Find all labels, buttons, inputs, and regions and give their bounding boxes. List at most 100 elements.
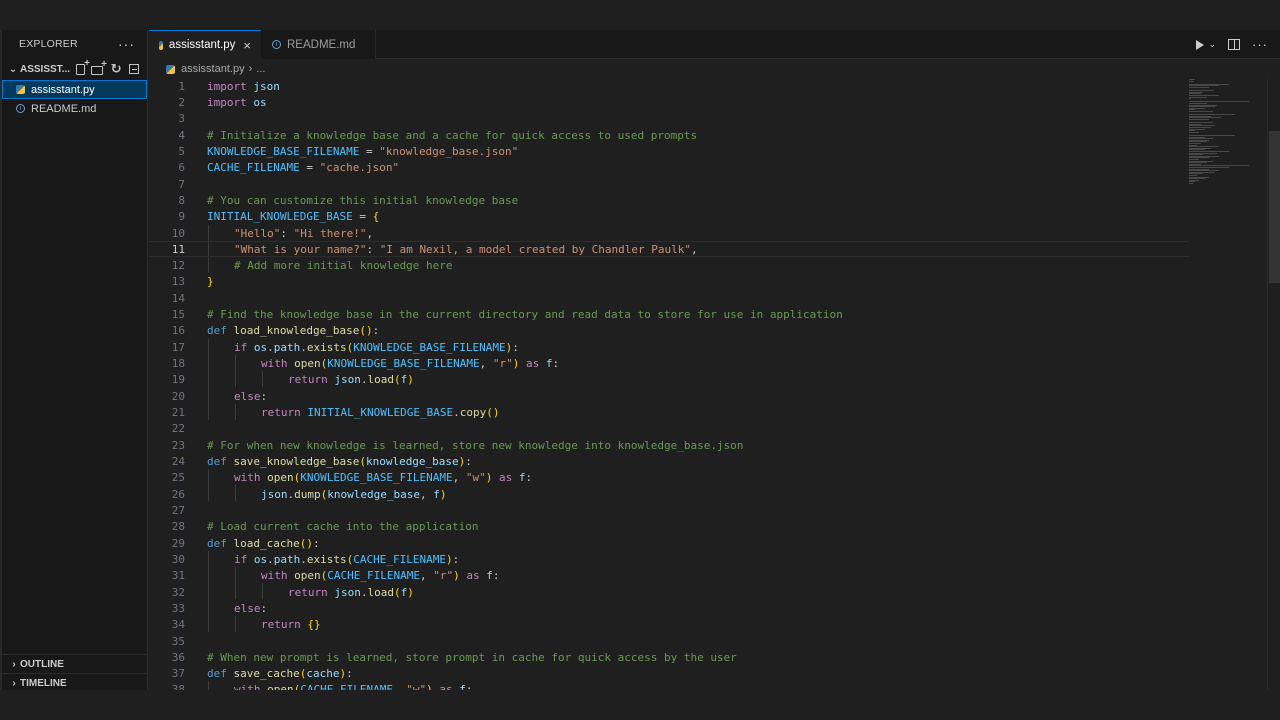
tab-assisstant-py[interactable]: assisstant.py × [149, 30, 261, 59]
info-file-icon: i [16, 104, 25, 113]
code-line[interactable]: 33 else: [149, 600, 1189, 616]
code-token: dump [294, 487, 321, 501]
line-number: 3 [178, 112, 185, 126]
code-line[interactable]: 11 "What is your name?": "I am Nexil, a m… [149, 241, 1189, 258]
line-number: 23 [171, 438, 185, 452]
new-file-icon[interactable] [76, 58, 90, 75]
code-line[interactable]: 17 if os.path.exists(KNOWLEDGE_BASE_FILEN… [149, 339, 1189, 355]
code-text: # For when new knowledge is learned, sto… [207, 439, 743, 452]
code-line[interactable]: 19 return json.load(f) [149, 372, 1189, 388]
code-line[interactable]: 24 def save_knowledge_base(knowledge_base… [149, 453, 1189, 469]
section-label: OUTLINE [20, 658, 64, 670]
code-line[interactable]: 37 def save_cache(cache): [149, 666, 1189, 682]
split-editor-icon[interactable] [1228, 39, 1240, 50]
code-line[interactable]: 31 with open(CACHE_FILENAME, "r") as f: [149, 568, 1189, 584]
code-text: } [207, 275, 214, 288]
code-text: with open(CACHE_FILENAME, "r") as f: [261, 569, 499, 582]
code-line[interactable]: 1 import json [149, 79, 1189, 94]
collapse-all-icon[interactable] [129, 64, 140, 74]
refresh-icon[interactable]: ↻ [109, 62, 123, 76]
minimap[interactable] [1187, 79, 1267, 690]
breadcrumb-separator: › [248, 63, 253, 75]
code-line[interactable]: 25 with open(KNOWLEDGE_BASE_FILENAME, "w"… [149, 470, 1189, 486]
breadcrumb-rest[interactable]: ... [256, 63, 265, 75]
code-token: () [299, 536, 313, 550]
code-line[interactable]: 32 return json.load(f) [149, 584, 1189, 600]
line-number: 1 [178, 79, 185, 93]
code-token: knowledge_base [365, 455, 459, 468]
explorer-more-icon[interactable]: ··· [118, 36, 135, 52]
code-text: return INITIAL_KNOWLEDGE_BASE.copy() [261, 406, 499, 419]
code-token: INITIAL_KNOWLEDGE_BASE [300, 406, 454, 420]
code-line[interactable]: 13} [149, 274, 1189, 290]
code-editor[interactable]: 1 import json 2 import os 3 4 # Initialize a k… [149, 79, 1280, 690]
more-actions-icon[interactable]: ··· [1252, 37, 1268, 52]
code-token: KNOWLEDGE_BASE_FILENAME [353, 340, 506, 354]
chevron-down-icon[interactable]: ⌄ [6, 64, 20, 75]
chevron-down-icon[interactable]: ⌄ [1208, 39, 1216, 50]
python-file-icon [16, 85, 25, 94]
code-line[interactable]: 28 # Load current cache into the applicat… [149, 519, 1189, 535]
line-number: 34 [171, 618, 185, 632]
code-token: : [346, 667, 353, 681]
code-line[interactable]: 29 def load_cache(): [149, 535, 1189, 551]
code-line[interactable]: 10 "Hello": "Hi there!", [149, 225, 1189, 241]
code-token: = [299, 161, 320, 175]
file-item-readme-md[interactable]: i README.md [2, 99, 147, 118]
code-line[interactable]: 22 [149, 421, 1189, 437]
minimap-line [1189, 87, 1209, 88]
close-icon[interactable]: × [243, 38, 251, 53]
code-token: , [419, 487, 434, 501]
code-line[interactable]: 27 [149, 502, 1189, 518]
code-text: json.dump(knowledge_base, f) [261, 488, 446, 501]
breadcrumb-file[interactable]: assisstant.py [181, 63, 245, 75]
code-token: import [207, 79, 247, 93]
chevron-right-icon: › [12, 658, 16, 670]
line-number: 33 [171, 601, 185, 615]
code-line[interactable]: 12 # Add more initial knowledge here [149, 258, 1189, 274]
code-line[interactable]: 21 return INITIAL_KNOWLEDGE_BASE.copy() [149, 404, 1189, 420]
minimap-line [1189, 183, 1193, 184]
code-line[interactable]: 35 [149, 633, 1189, 649]
folder-header[interactable]: ⌄ ASSISST... ↻ [2, 58, 147, 80]
code-line[interactable]: 30 if os.path.exists(CACHE_FILENAME): [149, 551, 1189, 567]
vertical-scrollbar[interactable] [1267, 79, 1280, 690]
code-line[interactable]: 8 # You can customize this initial knowle… [149, 192, 1189, 208]
line-number: 11 [171, 242, 185, 256]
code-token: # You can customize this initial knowled… [207, 193, 519, 207]
code-line[interactable]: 26 json.dump(knowledge_base, f) [149, 486, 1189, 502]
code-line[interactable]: 34 return {} [149, 617, 1189, 633]
code-line[interactable]: 38 with open(CACHE_FILENAME, "w") as f: [149, 682, 1189, 690]
code-token: . [360, 373, 368, 387]
scrollbar-thumb[interactable] [1269, 131, 1280, 283]
code-line[interactable]: 14 [149, 290, 1189, 306]
code-line[interactable]: 6 CACHE_FILENAME = "cache.json" [149, 160, 1189, 176]
code-line[interactable]: 4 # Initialize a knowledge base and a cac… [149, 127, 1189, 143]
code-line[interactable]: 18 with open(KNOWLEDGE_BASE_FILENAME, "r"… [149, 355, 1189, 371]
outline-section[interactable]: › OUTLINE [2, 654, 148, 673]
code-line[interactable]: 15 # Find the knowledge base in the curre… [149, 306, 1189, 322]
tab-readme-md[interactable]: i README.md [262, 30, 376, 59]
code-token: json [261, 487, 288, 501]
file-label: assisstant.py [31, 83, 95, 96]
new-folder-icon[interactable] [91, 59, 107, 75]
breadcrumb: assisstant.py › ... [149, 59, 1280, 79]
minimap-line [1189, 119, 1209, 120]
code-token: with [234, 471, 261, 485]
code-line[interactable]: 7 [149, 176, 1189, 192]
file-item-assisstant-py[interactable]: assisstant.py [2, 80, 147, 99]
minimap-line [1189, 111, 1213, 112]
code-line[interactable]: 2 import os [149, 94, 1189, 110]
code-line[interactable]: 20 else: [149, 388, 1189, 404]
code-token: as [459, 569, 480, 583]
code-token: return [261, 618, 301, 632]
code-line[interactable]: 36 # When new prompt is learned, store pr… [149, 649, 1189, 665]
code-line[interactable]: 16 def load_knowledge_base(): [149, 323, 1189, 339]
code-token: () [359, 324, 373, 338]
code-line[interactable]: 9 INITIAL_KNOWLEDGE_BASE = { [149, 209, 1189, 225]
code-token: CACHE_FILENAME [207, 161, 300, 175]
code-line[interactable]: 23 # For when new knowledge is learned, s… [149, 437, 1189, 453]
code-line[interactable]: 3 [149, 111, 1189, 127]
code-line[interactable]: 5 KNOWLEDGE_BASE_FILENAME = "knowledge_ba… [149, 143, 1189, 159]
run-icon[interactable] [1196, 39, 1205, 50]
